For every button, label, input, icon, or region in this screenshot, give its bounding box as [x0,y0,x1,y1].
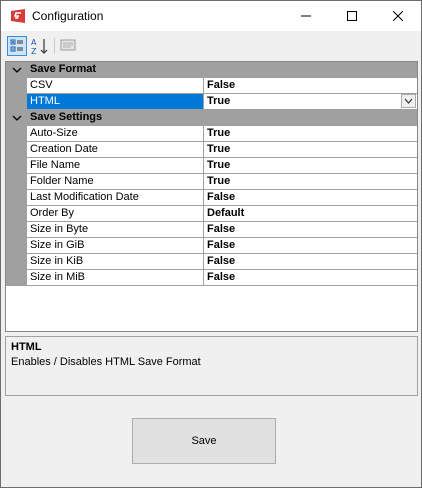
property-row-last-modification-date[interactable]: Last Modification Date False [6,190,417,206]
property-value[interactable]: True [204,142,417,158]
property-value[interactable]: False [204,254,417,270]
property-name[interactable]: Size in KiB [27,254,204,270]
chevron-down-icon[interactable] [9,110,25,126]
property-value[interactable]: False [204,78,417,94]
property-pages-button[interactable] [59,36,79,56]
property-row-creation-date[interactable]: Creation Date True [6,142,417,158]
category-label: Save Format [30,63,97,75]
property-name[interactable]: Creation Date [27,142,204,158]
property-value[interactable]: False [204,238,417,254]
property-row-size-in-kib[interactable]: Size in KiB False [6,254,417,270]
property-name[interactable]: Order By [27,206,204,222]
property-name[interactable]: Size in MiB [27,270,204,286]
property-name[interactable]: Last Modification Date [27,190,204,206]
svg-text:A: A [31,38,37,47]
minimize-icon [301,15,311,17]
title-bar: Configuration [1,1,421,31]
minimize-button[interactable] [283,1,329,31]
property-row-csv[interactable]: CSV False [6,78,417,94]
property-row-file-name[interactable]: File Name True [6,158,417,174]
categorized-button[interactable] [7,36,27,56]
property-value[interactable]: True [204,126,417,142]
property-value[interactable]: False [204,190,417,206]
property-name[interactable]: Auto-Size [27,126,204,142]
category-label: Save Settings [30,111,103,123]
property-name[interactable]: CSV [27,78,204,94]
property-value[interactable]: Default [204,206,417,222]
categorized-icon [10,39,23,52]
property-name[interactable]: File Name [27,158,204,174]
property-grid: Save Format CSV False HTML True Save Set… [5,61,418,332]
property-value-dropdown[interactable]: True [204,94,417,110]
property-value[interactable]: False [204,270,417,286]
property-name[interactable]: Size in GiB [27,238,204,254]
help-title: HTML [11,341,42,353]
property-value[interactable]: True [204,158,417,174]
property-row-size-in-gib[interactable]: Size in GiB False [6,238,417,254]
alphabetical-icon: A Z [31,38,48,56]
property-row-html[interactable]: HTML True [6,94,417,110]
property-row-order-by[interactable]: Order By Default [6,206,417,222]
category-save-settings[interactable]: Save Settings [6,110,417,126]
property-name[interactable]: Folder Name [27,174,204,190]
property-row-auto-size[interactable]: Auto-Size True [6,126,417,142]
app-icon [11,9,25,23]
help-description: Enables / Disables HTML Save Format [11,356,201,368]
save-button[interactable]: Save [132,418,276,464]
alphabetical-button[interactable]: A Z [30,36,50,56]
maximize-icon [347,11,357,21]
help-panel: HTML Enables / Disables HTML Save Format [5,336,418,396]
property-name[interactable]: Size in Byte [27,222,204,238]
property-value[interactable]: False [204,222,417,238]
property-row-folder-name[interactable]: Folder Name True [6,174,417,190]
close-icon [393,11,403,21]
property-name[interactable]: HTML [27,94,204,110]
property-pages-icon [60,39,76,51]
chevron-down-icon[interactable] [9,62,25,78]
dropdown-button[interactable] [401,94,416,108]
configuration-window: Configuration A Z Save Format CSV False … [0,0,422,488]
maximize-button[interactable] [329,1,375,31]
property-row-size-in-byte[interactable]: Size in Byte False [6,222,417,238]
close-button[interactable] [375,1,421,31]
window-title: Configuration [32,9,104,23]
chevron-down-icon [404,98,413,104]
property-grid-toolbar: A Z [5,36,415,58]
property-value[interactable]: True [204,174,417,190]
property-row-size-in-mib[interactable]: Size in MiB False [6,270,417,286]
svg-text:Z: Z [31,47,37,56]
toolbar-separator [54,38,55,54]
category-save-format[interactable]: Save Format [6,62,417,78]
